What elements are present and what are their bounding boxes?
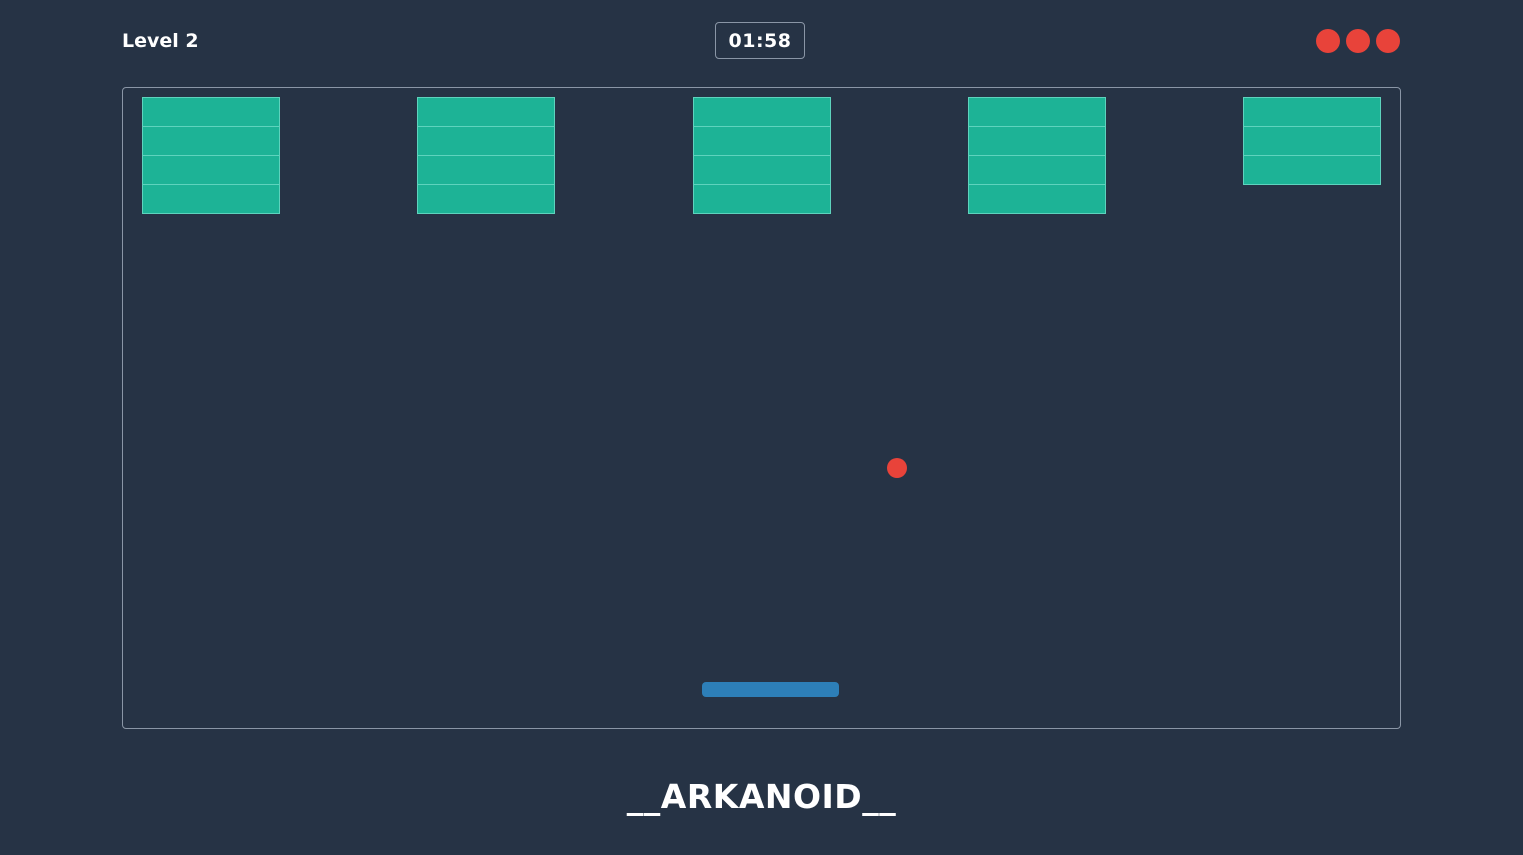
brick: [693, 184, 831, 214]
brick-column: [1243, 97, 1381, 185]
brick: [142, 184, 280, 214]
brick: [968, 155, 1106, 185]
brick: [1243, 126, 1381, 156]
timer-value: 01:58: [728, 29, 792, 52]
brick: [417, 155, 555, 185]
lives-indicator: [1316, 29, 1400, 53]
brick: [693, 155, 831, 185]
brick: [142, 126, 280, 156]
brick: [968, 126, 1106, 156]
paddle[interactable]: [702, 682, 839, 697]
level-indicator: Level 2: [122, 30, 199, 52]
brick-column: [968, 97, 1106, 214]
game-screen: Level 2 01:58 __ARKANOID__: [0, 0, 1523, 855]
ball: [887, 458, 907, 478]
brick: [693, 126, 831, 156]
life-icon: [1316, 29, 1340, 53]
brick-column: [142, 97, 280, 214]
brick: [1243, 97, 1381, 127]
brick: [417, 97, 555, 127]
brick-column: [417, 97, 555, 214]
brick-column: [693, 97, 831, 214]
brick: [417, 184, 555, 214]
brick: [693, 97, 831, 127]
life-icon: [1346, 29, 1370, 53]
life-icon: [1376, 29, 1400, 53]
game-board[interactable]: [122, 87, 1401, 729]
brick: [142, 97, 280, 127]
brick: [968, 184, 1106, 214]
brick: [968, 97, 1106, 127]
brick: [142, 155, 280, 185]
brick: [417, 126, 555, 156]
timer: 01:58: [715, 22, 805, 59]
brick: [1243, 155, 1381, 185]
game-title: __ARKANOID__: [626, 777, 897, 816]
